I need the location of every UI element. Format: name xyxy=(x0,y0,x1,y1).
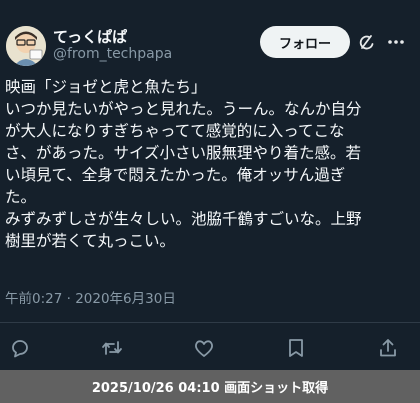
bookmark-icon[interactable] xyxy=(285,337,307,359)
tweet-line: が大人になりすぎちゃってて感覚的に入ってこな xyxy=(5,122,345,140)
avatar-illustration xyxy=(6,26,46,66)
divider xyxy=(0,322,420,323)
tweet-line: いつか見たいがやっと見れた。うーん。なんか自分 xyxy=(5,100,362,118)
timestamp[interactable]: 午前0:27 · 2020年6月30日 xyxy=(5,287,176,307)
tweet-line: 樹里が若くて丸っこい。 xyxy=(5,232,176,250)
follow-button[interactable]: フォロー xyxy=(260,26,350,58)
tweet-line: さ、があった。サイズ小さい服無理やり着た感。若 xyxy=(5,144,362,162)
retweet-icon[interactable] xyxy=(101,337,123,359)
tweet-line: た。 xyxy=(5,188,37,206)
tweet-line: 映画「ジョゼと虎と魚たち」 xyxy=(5,78,207,96)
tweet-line: みずみずしさが生々しい。池脇千鶴すごいな。上野 xyxy=(5,210,362,228)
display-name[interactable]: てっくぱぱ xyxy=(53,26,127,47)
grok-icon[interactable] xyxy=(358,33,376,51)
more-options-icon[interactable] xyxy=(386,32,406,52)
tweet-card: てっくぱぱ @from_techpapa フォロー 映画「ジョゼと虎と魚たち」 … xyxy=(0,0,420,370)
screenshot-caption: 2025/10/26 04:10 画面ショット取得 xyxy=(0,370,420,403)
avatar[interactable] xyxy=(6,26,46,66)
tweet-text: 映画「ジョゼと虎と魚たち」 いつか見たいがやっと見れた。うーん。なんか自分 が大… xyxy=(5,76,415,252)
user-handle[interactable]: @from_techpapa xyxy=(53,46,172,62)
tweet-line: い頃見て、全身で悶えたかった。俺オッサん過ぎ xyxy=(5,166,346,184)
reply-icon[interactable] xyxy=(9,337,31,359)
like-icon[interactable] xyxy=(193,337,215,359)
share-icon[interactable] xyxy=(377,337,399,359)
